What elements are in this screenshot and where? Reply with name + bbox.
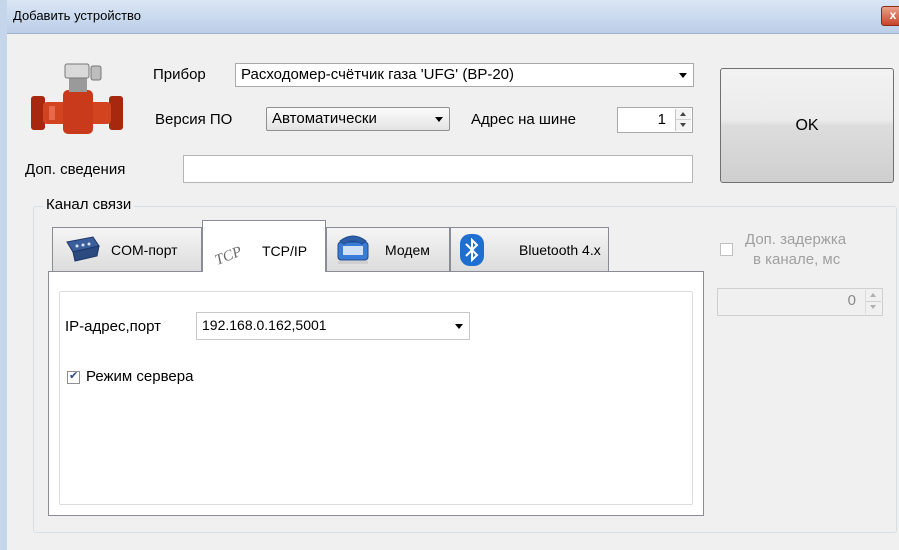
- tcp-icon: TCP: [213, 244, 245, 265]
- delay-spinner[interactable]: 0: [717, 288, 883, 316]
- chevron-down-icon: [455, 324, 463, 329]
- firmware-label: Версия ПО: [155, 111, 233, 128]
- ok-button[interactable]: OK: [720, 68, 894, 183]
- device-select[interactable]: Расходомер-счётчик газа 'UFG' (ВР-20): [235, 63, 694, 87]
- firmware-select-value: Автоматически: [272, 110, 377, 127]
- extra-info-input[interactable]: [183, 155, 693, 183]
- ip-port-label: IP-адрес,порт: [65, 318, 161, 335]
- tab-com-port[interactable]: COM-порт: [52, 227, 202, 271]
- bus-address-spinner[interactable]: 1: [617, 107, 693, 133]
- ip-port-combo[interactable]: 192.168.0.162,5001: [196, 312, 470, 340]
- server-mode-checkbox[interactable]: [67, 369, 80, 384]
- server-mode-label: Режим сервера: [86, 368, 194, 385]
- flowmeter-icon: [31, 63, 123, 134]
- delay-label-line1: Доп. задержка: [745, 231, 847, 248]
- tab-bluetooth-label: Bluetooth 4.x: [519, 242, 601, 258]
- firmware-select[interactable]: Автоматически: [266, 107, 450, 131]
- delay-label-line2: в канале, мс: [753, 251, 841, 268]
- device-label: Прибор: [153, 66, 206, 83]
- svg-text:TCP: TCP: [213, 244, 245, 265]
- tab-com-port-label: COM-порт: [111, 242, 178, 258]
- telephone-modem-icon: [337, 235, 369, 264]
- ip-port-value: 192.168.0.162,5001: [202, 317, 327, 333]
- spin-up-button[interactable]: [676, 109, 691, 120]
- spin-up-button[interactable]: [866, 290, 881, 302]
- channel-group-title: Канал связи: [43, 196, 135, 213]
- tab-bluetooth[interactable]: Bluetooth 4.x: [450, 227, 609, 271]
- bluetooth-icon: [460, 234, 484, 266]
- spin-down-button[interactable]: [676, 120, 691, 131]
- tab-modem-label: Модем: [385, 242, 430, 258]
- window-title: Добавить устройство: [13, 8, 142, 23]
- extra-info-label: Доп. сведения: [25, 161, 126, 178]
- bus-address-value: 1: [657, 111, 666, 128]
- delay-checkbox[interactable]: [720, 243, 733, 256]
- chevron-down-icon: [679, 73, 687, 78]
- chevron-down-icon: [435, 117, 443, 122]
- bus-address-label: Адрес на шине: [471, 111, 576, 128]
- arrow-up-icon: [870, 293, 876, 297]
- arrow-down-icon: [680, 123, 686, 127]
- tab-tcp-ip[interactable]: TCP TCP/IP: [202, 220, 326, 272]
- serial-port-icon: [66, 236, 100, 262]
- arrow-down-icon: [870, 305, 876, 309]
- arrow-up-icon: [680, 112, 686, 116]
- delay-value: 0: [847, 292, 856, 309]
- tcp-ip-tab-panel: IP-адрес,порт 192.168.0.162,5001 Режим с…: [48, 271, 704, 516]
- tab-tcp-ip-label: TCP/IP: [262, 243, 308, 259]
- tab-modem[interactable]: Модем: [326, 227, 450, 271]
- close-button[interactable]: x: [881, 6, 899, 26]
- device-select-value: Расходомер-счётчик газа 'UFG' (ВР-20): [241, 66, 515, 83]
- spin-down-button[interactable]: [866, 302, 881, 314]
- title-bar[interactable]: Добавить устройство x: [7, 0, 899, 34]
- add-device-dialog: Добавить устройство x Прибор Расходомер-…: [0, 0, 899, 550]
